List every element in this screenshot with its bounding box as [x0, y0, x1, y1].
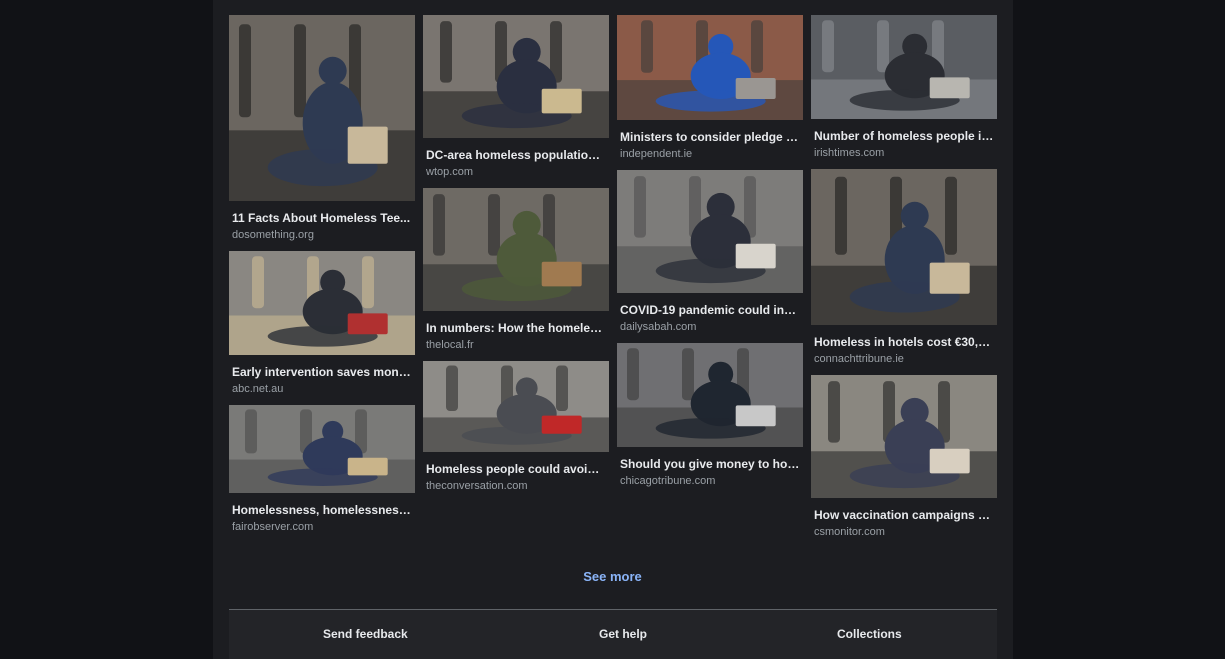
result-title[interactable]: How vaccination campaigns ar... — [811, 508, 994, 523]
result-source: thelocal.fr — [426, 339, 474, 351]
result-source: dosomething.org — [232, 229, 314, 241]
image-result-card[interactable]: Early intervention saves mone... abc.net… — [229, 251, 415, 396]
send-feedback-link[interactable]: Send feedback — [323, 626, 408, 642]
page-footer: Send feedback Get help Collections — [229, 610, 997, 659]
sleeping-bag-on-street-photo — [617, 15, 803, 120]
pedestrians-at-bus-stop-photo — [617, 343, 803, 447]
image-result-card[interactable]: Homelessness, homelessness... fairobserv… — [229, 405, 415, 534]
result-thumbnail[interactable] — [423, 188, 609, 311]
result-thumbnail[interactable] — [811, 169, 997, 325]
vaccination-outreach-street-photo — [811, 375, 997, 498]
result-thumbnail[interactable] — [811, 15, 997, 119]
result-source: dailysabah.com — [620, 321, 697, 333]
image-results-grid: 11 Facts About Homeless Tee... dosomethi… — [229, 15, 997, 545]
image-result-card[interactable]: Ministers to consider pledge t... indepe… — [617, 15, 803, 161]
result-title[interactable]: Homeless in hotels cost €30,0... — [811, 335, 994, 350]
result-title[interactable]: Ministers to consider pledge t... — [617, 130, 800, 145]
woman-with-dog-holding-sign-photo — [229, 15, 415, 201]
result-thumbnail[interactable] — [617, 170, 803, 293]
person-sitting-by-wall-with-sign-photo — [229, 251, 415, 355]
image-result-card[interactable]: DC-area homeless population f... wtop.co… — [423, 15, 609, 179]
result-title[interactable]: 11 Facts About Homeless Tee... — [229, 211, 412, 226]
image-result-card[interactable]: In numbers: How the homeles... thelocal.… — [423, 188, 609, 352]
man-sitting-by-wet-pavement-photo — [811, 15, 997, 119]
result-source: abc.net.au — [232, 383, 284, 395]
image-result-card[interactable]: COVID-19 pandemic could incr... dailysab… — [617, 170, 803, 334]
result-thumbnail[interactable] — [229, 405, 415, 493]
result-thumbnail[interactable] — [423, 361, 609, 452]
result-thumbnail[interactable] — [423, 15, 609, 138]
image-result-card[interactable]: Should you give money to hom... chicagot… — [617, 343, 803, 488]
result-source: theconversation.com — [426, 480, 528, 492]
result-thumbnail[interactable] — [617, 15, 803, 120]
result-thumbnail[interactable] — [229, 15, 415, 201]
woman-with-dog-holding-sign-photo — [811, 169, 997, 325]
result-title[interactable]: Number of homeless people in... — [811, 129, 994, 144]
result-source: csmonitor.com — [814, 526, 885, 538]
image-result-card[interactable]: How vaccination campaigns ar... csmonito… — [811, 375, 997, 539]
result-thumbnail[interactable] — [617, 343, 803, 447]
result-title[interactable]: Early intervention saves mone... — [229, 365, 412, 380]
image-result-card[interactable]: Homeless people could avoid l... theconv… — [423, 361, 609, 493]
person-crouched-on-pavement-photo — [423, 361, 609, 452]
result-title[interactable]: In numbers: How the homeles... — [423, 321, 606, 336]
man-with-belongings-on-street-photo — [423, 188, 609, 311]
result-thumbnail[interactable] — [811, 375, 997, 498]
image-result-card[interactable]: Homeless in hotels cost €30,0... connach… — [811, 169, 997, 366]
collections-link[interactable]: Collections — [837, 626, 902, 642]
get-help-link[interactable]: Get help — [599, 626, 647, 642]
result-source: fairobserver.com — [232, 521, 314, 533]
man-sitting-on-sidewalk-with-sign-photo — [229, 405, 415, 493]
result-source: wtop.com — [426, 166, 474, 178]
result-title[interactable]: Should you give money to hom... — [617, 457, 800, 472]
result-source: connachttribune.ie — [814, 353, 904, 365]
result-title[interactable]: DC-area homeless population f... — [423, 148, 606, 163]
result-title[interactable]: COVID-19 pandemic could incr... — [617, 303, 800, 318]
result-thumbnail[interactable] — [229, 251, 415, 355]
woman-with-dog-street-photo — [423, 15, 609, 138]
image-result-card[interactable]: Number of homeless people in... irishtim… — [811, 15, 997, 160]
see-more-link[interactable]: See more — [540, 568, 685, 586]
result-source: chicagotribune.com — [620, 475, 716, 487]
result-source: independent.ie — [620, 148, 693, 160]
result-source: irishtimes.com — [814, 147, 885, 159]
image-result-card[interactable]: 11 Facts About Homeless Tee... dosomethi… — [229, 15, 415, 242]
group-sitting-on-ground-photo — [617, 170, 803, 293]
result-title[interactable]: Homeless people could avoid l... — [423, 462, 606, 477]
result-title[interactable]: Homelessness, homelessness... — [229, 503, 412, 518]
